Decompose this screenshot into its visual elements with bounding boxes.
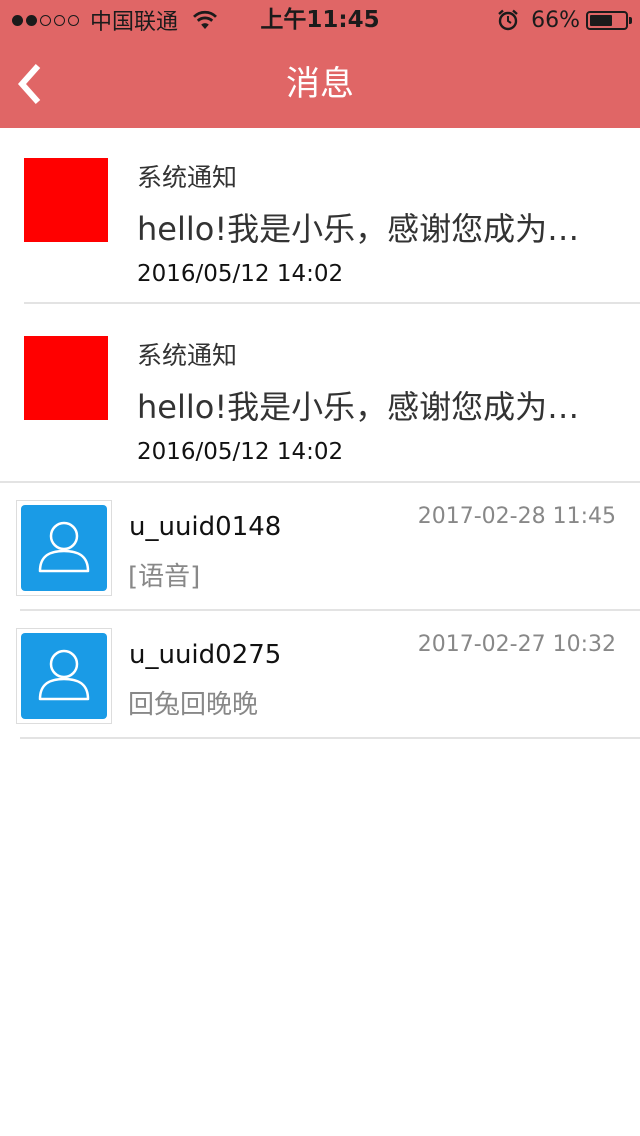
conversation-last-message: [语音]	[128, 562, 201, 592]
back-button[interactable]	[10, 60, 54, 108]
conversation-item[interactable]: u_uuid0275 2017-02-27 10:32 回兔回晚晚	[0, 610, 640, 738]
status-right: 66%	[497, 6, 632, 34]
page-title: 消息	[286, 64, 354, 104]
notice-body: hello!我是小乐，感谢您成为我们的用户	[137, 388, 597, 426]
battery-percent: 66%	[531, 7, 580, 33]
conversation-name: u_uuid0148	[129, 512, 282, 542]
divider	[20, 737, 640, 739]
notice-title: 系统通知	[137, 341, 238, 370]
notice-item[interactable]: 系统通知 hello!我是小乐，感谢您成为我们的用户 2016/05/12 14…	[0, 306, 640, 482]
notice-date: 2016/05/12 14:02	[137, 261, 344, 287]
notice-thumbnail	[24, 336, 108, 420]
conversation-time: 2017-02-27 10:32	[417, 632, 616, 657]
nav-bar: 消息	[0, 40, 640, 128]
conversation-last-message: 回兔回晚晚	[128, 690, 259, 720]
user-icon	[38, 521, 90, 573]
battery-level-fill	[590, 14, 613, 26]
battery-icon	[586, 10, 632, 30]
notice-item[interactable]: 系统通知 hello!我是小乐，感谢您成为我们的用户 2016/05/12 14…	[0, 128, 640, 304]
conversation-name: u_uuid0275	[129, 640, 282, 670]
avatar-frame	[16, 500, 112, 596]
avatar	[21, 633, 107, 719]
header: 中国联通 上午11:45 66% 消息	[0, 0, 640, 128]
chevron-left-icon	[17, 64, 41, 104]
avatar	[21, 505, 107, 591]
status-bar: 中国联通 上午11:45 66%	[0, 0, 640, 40]
notice-title: 系统通知	[137, 163, 238, 192]
conversation-time: 2017-02-28 11:45	[417, 504, 616, 529]
notice-date: 2016/05/12 14:02	[137, 439, 344, 465]
notice-body: hello!我是小乐，感谢您成为我们的用户	[137, 210, 597, 248]
conversation-item[interactable]: u_uuid0148 2017-02-28 11:45 [语音]	[0, 482, 640, 610]
user-icon	[38, 649, 90, 701]
divider	[24, 302, 640, 304]
avatar-frame	[16, 628, 112, 724]
alarm-clock-icon	[498, 9, 518, 31]
notice-thumbnail	[24, 158, 108, 242]
